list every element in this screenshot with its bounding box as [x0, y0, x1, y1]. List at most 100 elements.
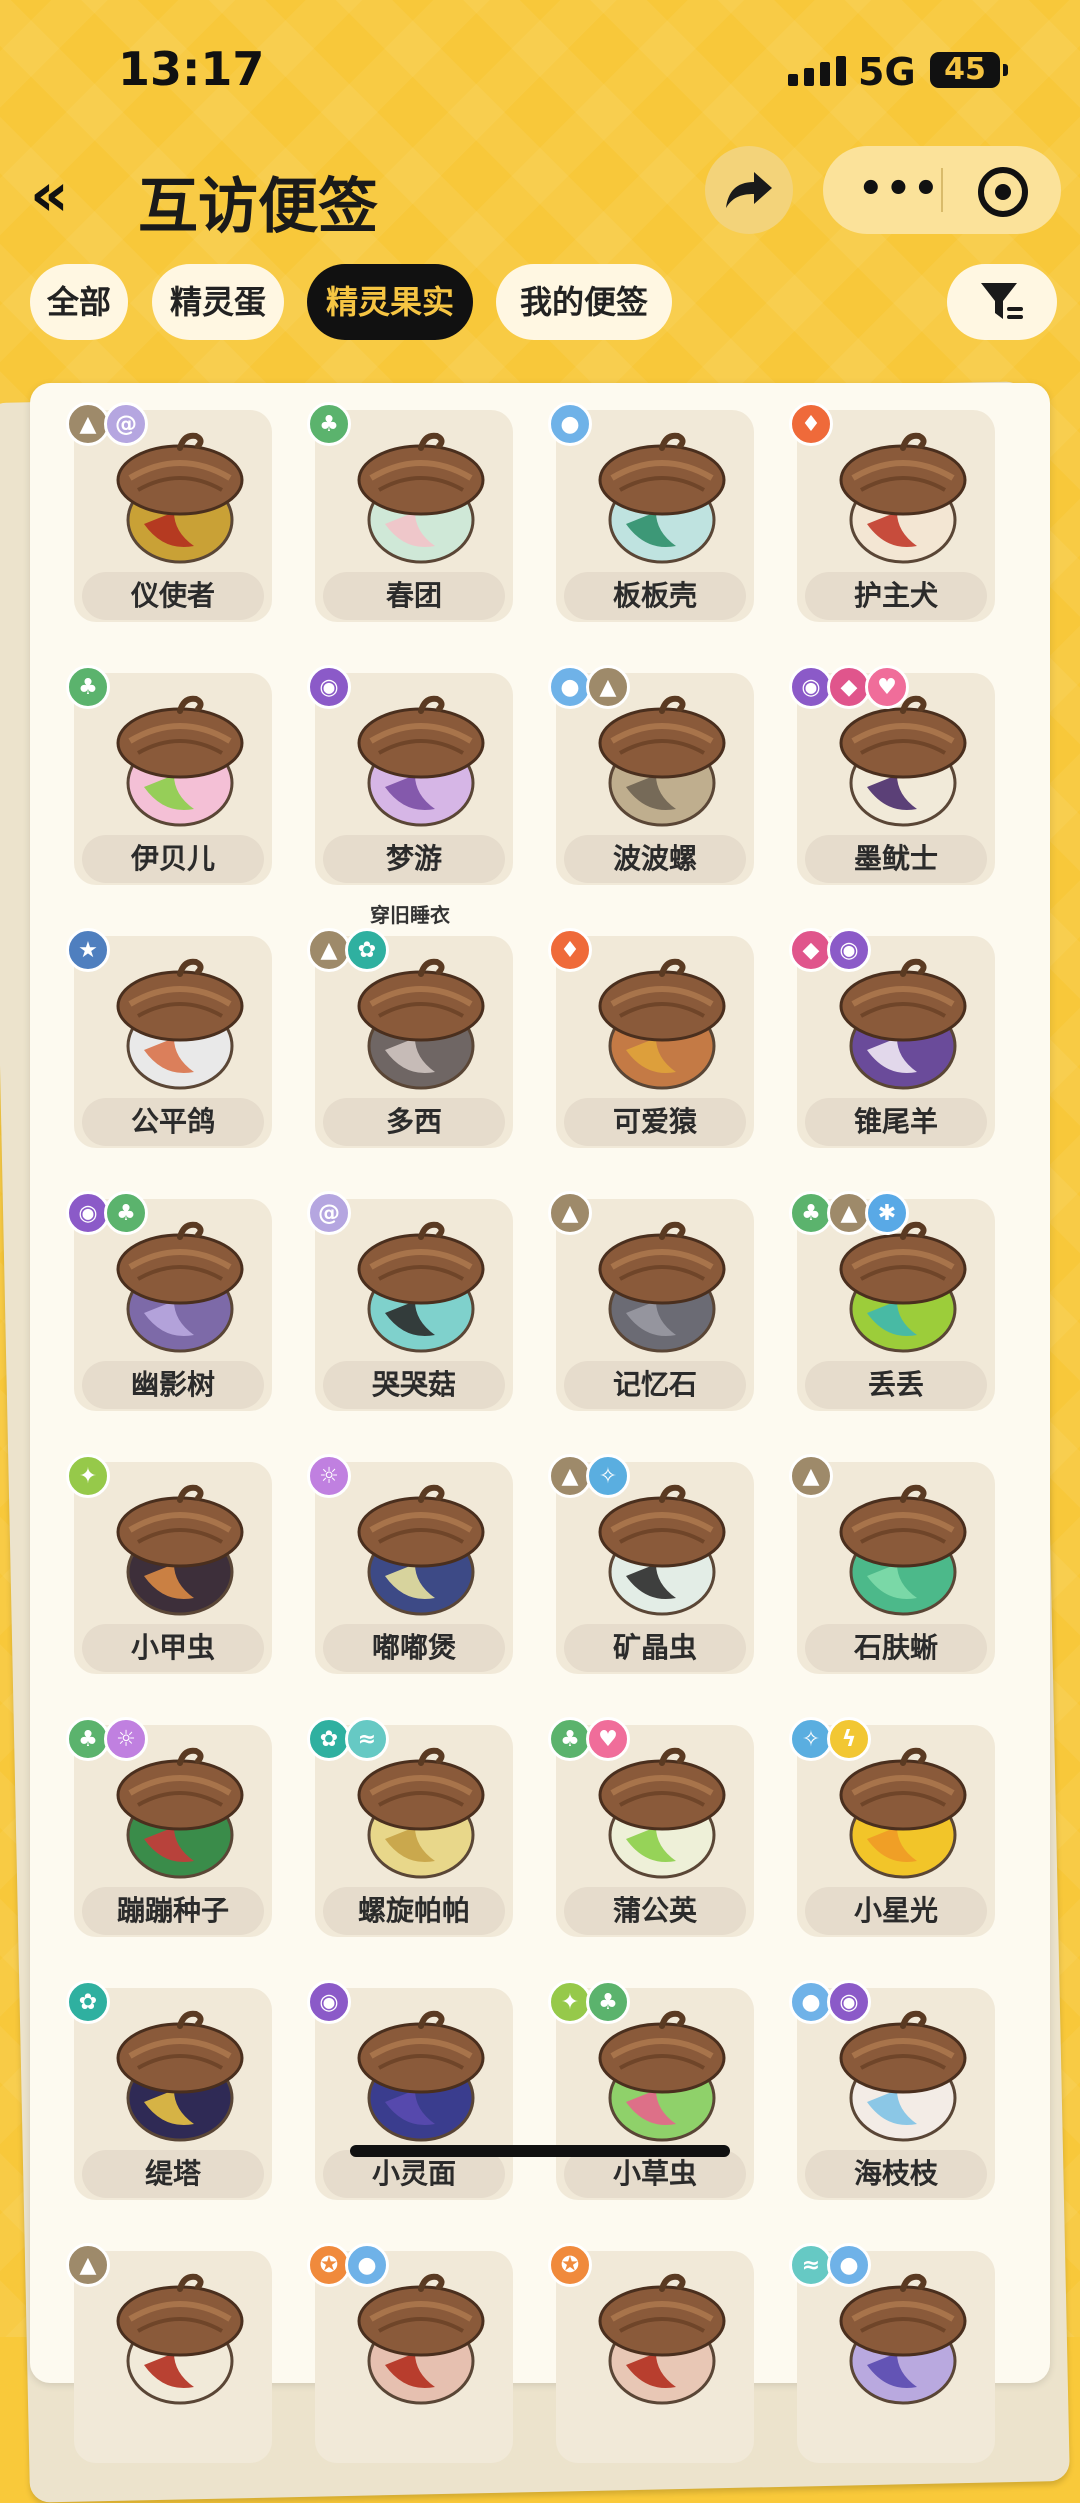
stone-icon: ▲	[789, 1454, 833, 1498]
acorn-fruit-icon	[116, 2273, 244, 2405]
fruit-card[interactable]: ✦ ♣ 小草虫	[548, 1980, 754, 2200]
ghost-icon: ◉	[307, 1980, 351, 2024]
acorn-fruit-icon	[598, 1484, 726, 1616]
fruit-card[interactable]: ♣ 伊贝儿	[66, 665, 272, 885]
fruit-card[interactable]: ♣ 春团	[307, 402, 513, 622]
fruit-card[interactable]: ☼ 嘟嘟煲	[307, 1454, 513, 1674]
acorn-fruit-icon	[116, 958, 244, 1090]
fruit-card[interactable]: ♦ 护主犬	[789, 402, 995, 622]
stone-icon: ▲	[66, 2243, 110, 2287]
close-button[interactable]	[978, 167, 1028, 217]
more-button[interactable]: •••	[858, 166, 941, 212]
type-badges: ▲	[66, 2243, 110, 2287]
share-icon	[726, 172, 772, 208]
page-title: 互访便签	[138, 172, 378, 242]
acorn-fruit-icon	[839, 958, 967, 1090]
ice-icon: ✱	[865, 1191, 909, 1235]
fruit-name: 锥尾羊	[805, 1098, 987, 1146]
fruit-name: 矿晶虫	[564, 1624, 746, 1672]
fruit-card[interactable]: ✦ 小甲虫	[66, 1454, 272, 1674]
type-badges: ✦	[66, 1454, 110, 1498]
fruit-card[interactable]: ● 板板壳	[548, 402, 754, 622]
fruit-name: 伊贝儿	[82, 835, 264, 883]
fruit-card[interactable]: ✪	[548, 2243, 754, 2463]
bug-icon: ✦	[66, 1454, 110, 1498]
acorn-fruit-icon	[839, 1221, 967, 1353]
type-badges: ● ▲	[548, 665, 630, 709]
fruit-card[interactable]: ★ 公平鸽	[66, 928, 272, 1148]
fruit-card[interactable]: ♣ ▲ ✱ 丢丢	[789, 1191, 995, 1411]
normal-icon: ★	[66, 928, 110, 972]
type-badges: ♣ ☼	[66, 1717, 148, 1761]
type-badges: ♣	[66, 665, 110, 709]
type-badges: ▲ ✿	[307, 928, 389, 972]
fruit-card[interactable]: ▲ 记忆石	[548, 1191, 754, 1411]
type-badges: ✪ ●	[307, 2243, 389, 2287]
type-badges: ◉ ◆ ♥	[789, 665, 909, 709]
type-badges: ★	[66, 928, 110, 972]
fruit-name: 缇塔	[82, 2150, 264, 2198]
fruit-card[interactable]: ● ▲ 波波螺	[548, 665, 754, 885]
fruit-card[interactable]: ♦ 可爱猿	[548, 928, 754, 1148]
back-button[interactable]: «	[30, 165, 69, 225]
fruit-card[interactable]: ● ◉ 海枝枝	[789, 1980, 995, 2200]
fruit-name: 墨鱿士	[805, 835, 987, 883]
acorn-fruit-icon	[116, 2010, 244, 2142]
battery-level: 45	[944, 52, 986, 87]
ghost-icon: ◉	[827, 1980, 871, 2024]
fruit-card[interactable]: ▲ @ 仪使者	[66, 402, 272, 622]
fruit-card[interactable]: ✿ ≈ 螺旋帕帕	[307, 1717, 513, 1937]
fruit-card[interactable]: ▲	[66, 2243, 272, 2463]
fruit-card[interactable]: ▲ ✧ 矿晶虫	[548, 1454, 754, 1674]
grass-icon: ♣	[66, 665, 110, 709]
fruit-card[interactable]: ≈ ●	[789, 2243, 995, 2463]
fruit-card[interactable]: ◉ 梦游	[307, 665, 513, 885]
fruit-card[interactable]: ◉ ◆ ♥ 墨鱿士	[789, 665, 995, 885]
capsule-divider	[941, 168, 943, 212]
fruit-name: 蹦蹦种子	[82, 1887, 264, 1935]
fruit-card[interactable]: ◆ ◉ 锥尾羊	[789, 928, 995, 1148]
water-icon: ●	[345, 2243, 389, 2287]
home-indicator	[350, 2145, 730, 2157]
fruit-name: 公平鸽	[82, 1098, 264, 1146]
battery-icon: 45	[930, 52, 1008, 88]
fruit-card[interactable]: ◉ 小灵面	[307, 1980, 513, 2200]
fruit-card[interactable]: ♣ ☼ 蹦蹦种子	[66, 1717, 272, 1937]
fruit-name: 记忆石	[564, 1361, 746, 1409]
fruit-card[interactable]: ✿ 缇塔	[66, 1980, 272, 2200]
fruit-name: 小甲虫	[82, 1624, 264, 1672]
fruit-card[interactable]: ◉ ♣ 幽影树	[66, 1191, 272, 1411]
acorn-fruit-icon	[839, 1747, 967, 1879]
filter-button[interactable]	[947, 264, 1057, 340]
type-badges: ◉ ♣	[66, 1191, 148, 1235]
type-badges: ✪	[548, 2243, 592, 2287]
acorn-fruit-icon	[357, 958, 485, 1090]
fruit-card[interactable]: ✧ ϟ 小星光	[789, 1717, 995, 1937]
mech-icon: ✿	[66, 1980, 110, 2024]
fruit-card[interactable]: ▲ ✿ 多西	[307, 928, 513, 1148]
tab-eggs[interactable]: 精灵蛋	[152, 264, 284, 340]
water-icon: ●	[548, 402, 592, 446]
share-button[interactable]	[705, 146, 793, 234]
type-badges: ● ◉	[789, 1980, 871, 2024]
fruit-card[interactable]: ▲ 石肤蜥	[789, 1454, 995, 1674]
tab-fruits[interactable]: 精灵果实	[307, 264, 473, 340]
fruit-name: 小草虫	[564, 2150, 746, 2198]
acorn-fruit-icon	[839, 432, 967, 564]
poison-icon: ☼	[307, 1454, 351, 1498]
fire-icon: ♦	[548, 928, 592, 972]
acorn-fruit-icon	[598, 2010, 726, 2142]
nav-bar: « 互访便签 •••	[0, 140, 1080, 250]
network-label: 5G	[858, 50, 916, 94]
type-badges: ♦	[789, 402, 833, 446]
tab-all[interactable]: 全部	[30, 264, 128, 340]
grass-icon: ♣	[586, 1980, 630, 2024]
fruit-note: 穿旧睡衣	[370, 903, 450, 927]
fruit-card[interactable]: @ 哭哭菇	[307, 1191, 513, 1411]
fruit-card[interactable]: ✪ ●	[307, 2243, 513, 2463]
fruit-card[interactable]: ♣ ♥ 蒲公英	[548, 1717, 754, 1937]
fruit-name: 护主犬	[805, 572, 987, 620]
fantasy-icon: @	[307, 1191, 351, 1235]
tab-my-notes[interactable]: 我的便签	[496, 264, 672, 340]
acorn-fruit-icon	[116, 432, 244, 564]
